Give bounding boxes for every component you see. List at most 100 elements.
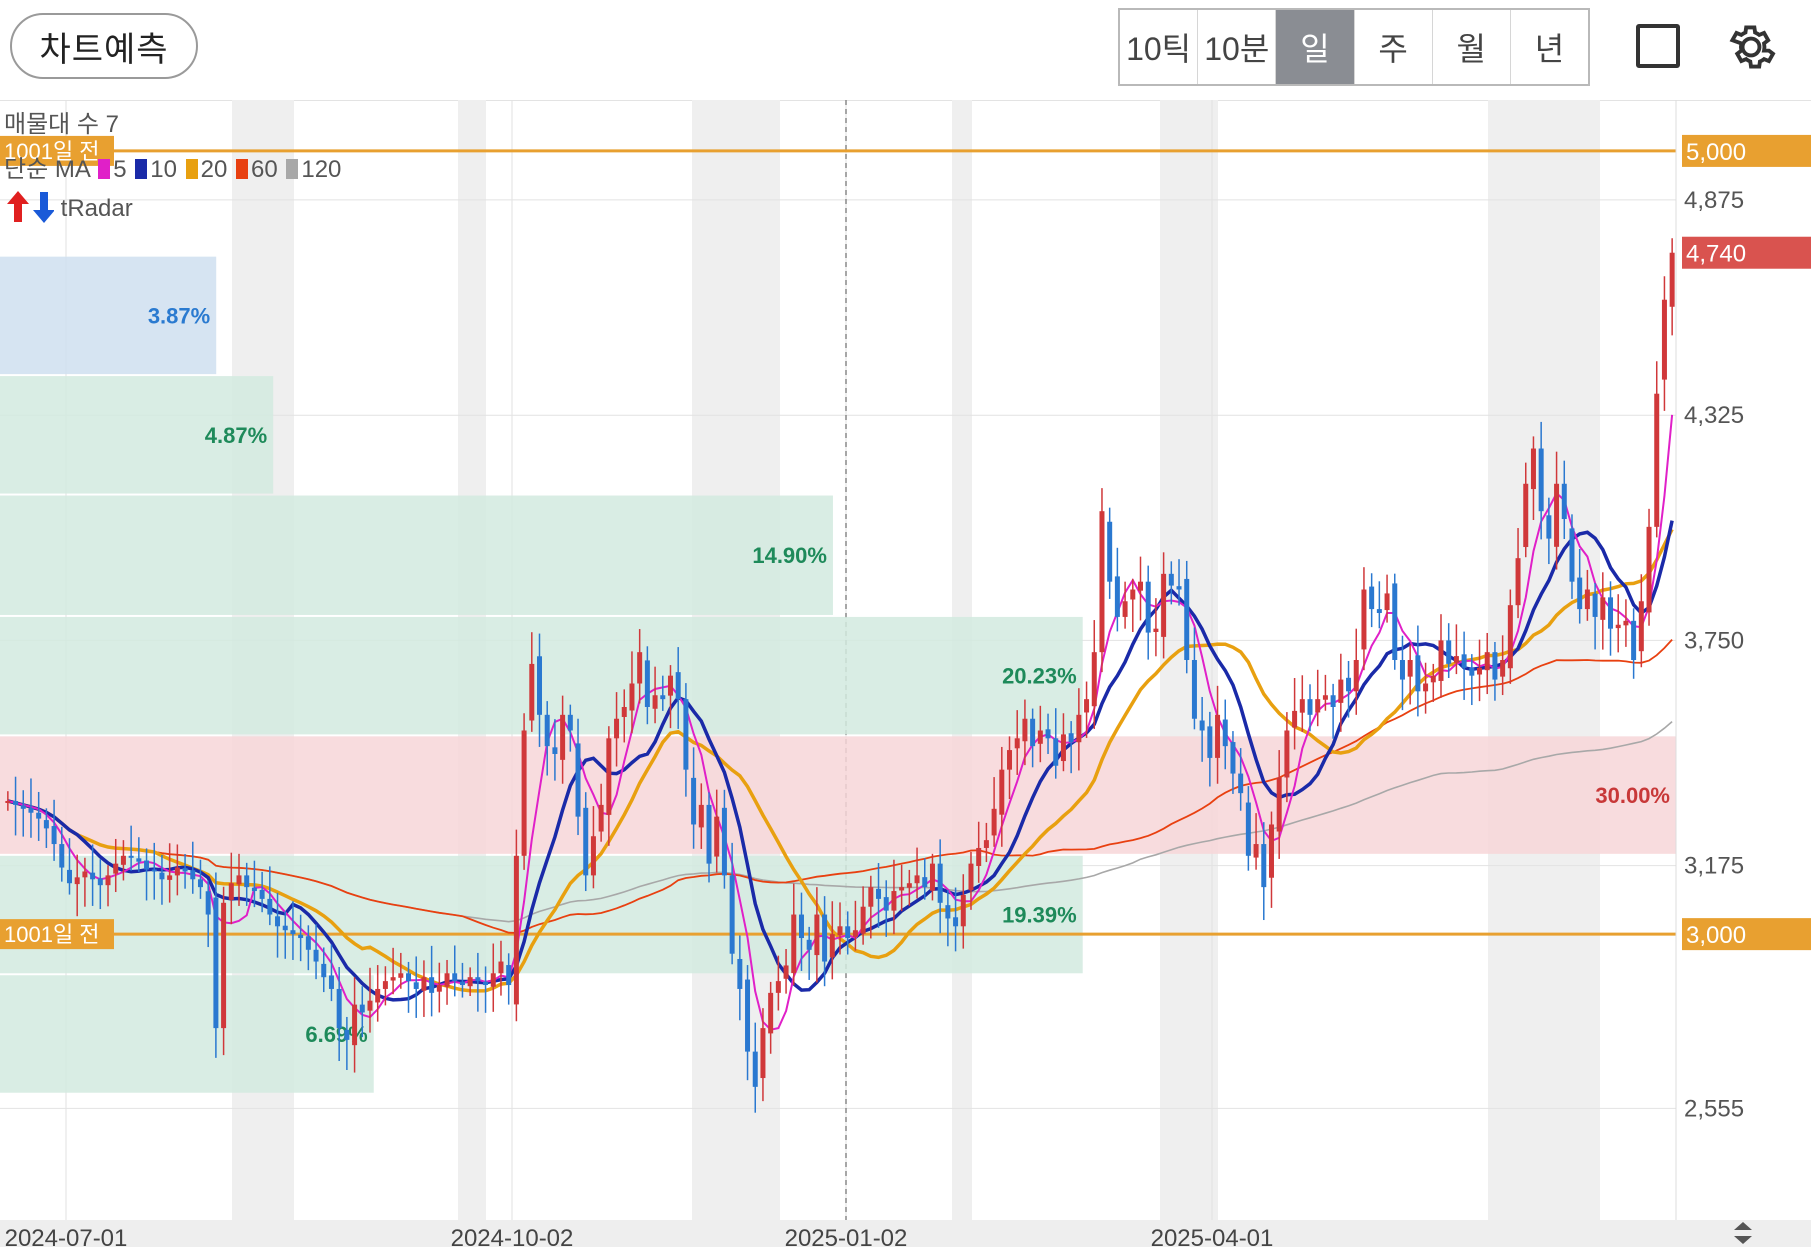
candle-body xyxy=(644,660,650,707)
candle-body xyxy=(914,875,920,884)
candle-body xyxy=(1137,581,1143,591)
candle-body xyxy=(945,905,951,919)
volume-profile-pct: 14.90% xyxy=(752,543,827,568)
candle-body xyxy=(151,869,157,872)
candle-body xyxy=(506,965,512,986)
candle-body xyxy=(467,977,473,987)
candle-body xyxy=(97,878,103,886)
y-tick-label: 3,175 xyxy=(1684,853,1744,880)
candle-body xyxy=(43,820,49,829)
candle-body xyxy=(483,981,489,986)
period-tab-year[interactable]: 년 xyxy=(1511,10,1588,84)
candle-body xyxy=(1037,730,1043,744)
candle-body xyxy=(336,988,342,1029)
candle-body xyxy=(1615,624,1621,629)
candle-body xyxy=(929,863,935,891)
candle-body xyxy=(375,988,381,1003)
candle-body xyxy=(822,914,828,962)
candle-body xyxy=(906,883,912,888)
candle-body xyxy=(1099,511,1105,653)
candle-body xyxy=(1053,738,1059,766)
fullscreen-square-icon[interactable] xyxy=(1636,24,1680,68)
period-tab-month[interactable]: 월 xyxy=(1433,10,1511,84)
candle-body xyxy=(282,925,288,931)
candle-body xyxy=(714,816,720,857)
x-tick-label: 2024-07-01 xyxy=(5,1225,128,1247)
period-tab-week[interactable]: 주 xyxy=(1355,10,1433,84)
volume-profile-pct: 6.69% xyxy=(305,1022,367,1047)
candle-body xyxy=(51,826,57,845)
candle-body xyxy=(868,887,874,907)
candle-body xyxy=(1007,750,1013,770)
candle-body xyxy=(806,939,812,950)
candle-body xyxy=(1453,656,1459,663)
candle-body xyxy=(398,973,404,978)
volume-profile-bar xyxy=(0,736,1676,854)
scroll-handle-icon[interactable] xyxy=(1728,1218,1758,1248)
candle-body xyxy=(537,656,543,715)
candle-body xyxy=(1507,605,1513,669)
candle-body xyxy=(860,906,866,934)
candle-body xyxy=(90,872,96,880)
period-tab-10tick[interactable]: 10틱 xyxy=(1120,10,1199,84)
candle-body xyxy=(960,894,966,927)
candle-body xyxy=(1284,730,1290,778)
candle-body xyxy=(1245,802,1251,856)
candle-body xyxy=(1661,299,1667,380)
candle-body xyxy=(721,807,727,876)
ma60-swatch xyxy=(235,159,248,179)
candle-body xyxy=(1399,660,1405,680)
volume-profile-count-label: 매물대 수 7 xyxy=(4,111,120,138)
candle-body xyxy=(1014,738,1020,749)
ma120-label: 120 xyxy=(301,156,342,183)
candle-body xyxy=(1122,601,1128,617)
candle-body xyxy=(922,877,928,888)
candle-body xyxy=(1561,483,1567,520)
candle-body xyxy=(1168,573,1174,586)
candle-body xyxy=(236,875,242,885)
candle-body xyxy=(667,675,673,696)
current-price-label: 4,740 xyxy=(1686,241,1746,268)
gear-icon[interactable] xyxy=(1722,18,1780,76)
candle-body xyxy=(883,897,889,911)
candle-body xyxy=(614,718,620,739)
candle-body xyxy=(136,858,142,862)
period-tab-10min[interactable]: 10분 xyxy=(1198,10,1277,84)
chart-predict-button[interactable]: 차트예측 xyxy=(10,13,198,79)
candle-body xyxy=(1145,581,1151,633)
candle-body xyxy=(1130,589,1136,600)
candle-body xyxy=(1184,578,1190,660)
volume-profile-pct: 19.39% xyxy=(1002,903,1077,928)
price-chart[interactable]: 3.87%4.87%14.90%20.23%30.00%19.39%6.69% … xyxy=(0,100,1811,1247)
candle-body xyxy=(1222,719,1228,747)
candle-body xyxy=(1084,699,1090,713)
candle-body xyxy=(513,855,519,1005)
candle-body xyxy=(675,672,681,700)
candle-body xyxy=(1430,675,1436,683)
candle-body xyxy=(59,844,65,868)
ma-legend: 단순 MA 5 10 20 60 120 xyxy=(4,149,341,184)
candle-body xyxy=(390,977,396,981)
candle-body xyxy=(1268,824,1274,878)
candle-body xyxy=(1261,844,1267,888)
candle-body xyxy=(652,695,658,709)
candle-body xyxy=(1176,586,1182,590)
volume-profile-bar xyxy=(0,495,833,615)
period-tab-day[interactable]: 일 xyxy=(1276,10,1355,84)
candle-body xyxy=(128,855,134,858)
candle-body xyxy=(852,930,858,937)
candle-body xyxy=(1376,609,1382,614)
y-axis: 2,555 3,175 3,750 4,325 4,875 4,740 xyxy=(1675,100,1811,1220)
volume-profile-pct: 20.23% xyxy=(1002,664,1077,689)
ma20-label: 20 xyxy=(200,156,228,183)
candle-body xyxy=(698,804,704,828)
candle-body xyxy=(521,730,527,856)
candle-body xyxy=(221,902,227,1029)
candle-body xyxy=(991,808,997,836)
candle-body xyxy=(976,847,982,866)
reference-tag: 1001일 전 xyxy=(4,922,100,947)
candle-body xyxy=(529,663,535,721)
candle-body xyxy=(1191,660,1197,719)
candle-body xyxy=(1307,699,1313,715)
candle-body xyxy=(1500,660,1506,677)
